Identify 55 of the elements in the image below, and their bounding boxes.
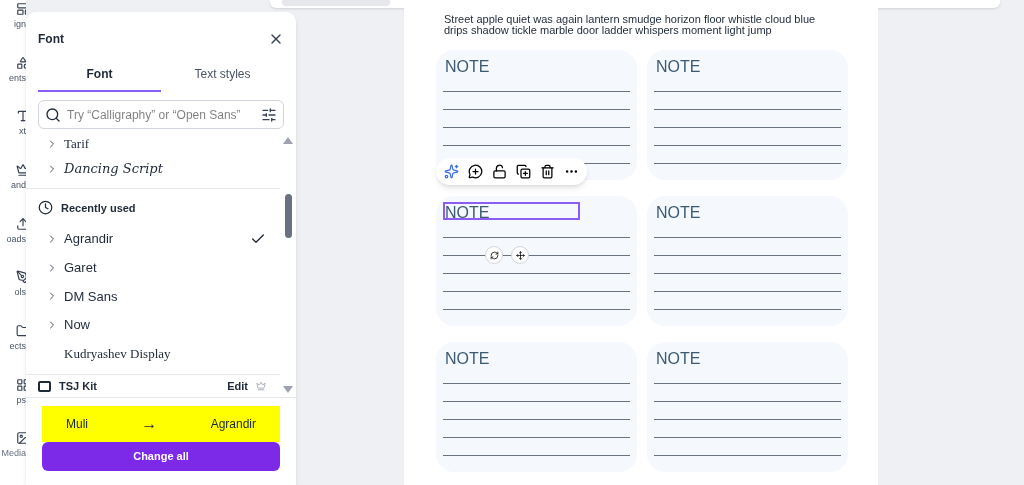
panel-tab[interactable]: Font	[38, 58, 161, 92]
filter-icon[interactable]	[261, 106, 277, 123]
font-name[interactable]: Dancing Script	[64, 159, 163, 179]
rail-label[interactable]: ign	[14, 18, 26, 32]
crown-icon	[256, 381, 266, 391]
rail-label[interactable]: ents	[9, 71, 26, 86]
note-title[interactable]: NOTE	[443, 348, 580, 366]
delete-icon[interactable]	[540, 164, 555, 179]
font-name[interactable]: Tarif	[64, 133, 90, 154]
search-icon	[45, 106, 61, 123]
search-input[interactable]: Try “Calligraphy” or “Open Sans”	[67, 105, 255, 124]
kit-icon	[38, 380, 51, 392]
rail-label[interactable]: xt	[19, 125, 26, 139]
note-title[interactable]: NOTE	[654, 56, 791, 74]
rail-icon[interactable]	[16, 216, 26, 231]
note-title[interactable]: NOTE	[654, 202, 791, 220]
rail-icon[interactable]	[16, 163, 26, 177]
font-name[interactable]: Agrandir	[64, 229, 114, 249]
rail-icon[interactable]	[16, 109, 26, 124]
note-title[interactable]: NOTE	[654, 348, 791, 366]
note-title[interactable]: NOTE	[443, 202, 580, 220]
panel-tab[interactable]: Text styles	[161, 58, 284, 92]
rail-label[interactable]: Media	[1, 447, 26, 461]
magic-edit-icon[interactable]	[444, 164, 459, 179]
font-name[interactable]: Kudryashev Display	[64, 344, 171, 364]
rail-icon[interactable]	[16, 55, 26, 70]
rail-label[interactable]: and	[10, 179, 26, 193]
edit-link[interactable]: Edit	[227, 377, 248, 395]
panel-title: Font	[38, 31, 64, 48]
section-title: Recently used	[61, 200, 136, 216]
font-name[interactable]: Garet	[64, 258, 97, 278]
to-font: Agrandir	[210, 416, 256, 433]
paragraph-text: Street apple quiet was again lantern smudge horizon floor whistle cloud blue drips shadow tickle marble door ladder whispers moment light jump	[443, 14, 817, 36]
rail-label[interactable]: ps	[16, 393, 26, 408]
duplicate-icon[interactable]	[516, 164, 531, 179]
scrollbar-thumb[interactable]	[284, 194, 292, 238]
rail-label[interactable]: ects	[9, 340, 26, 354]
clock-icon	[38, 200, 53, 216]
comment-icon[interactable]	[468, 164, 483, 179]
font-name[interactable]: DM Sans	[64, 286, 118, 307]
lock-icon[interactable]	[492, 164, 507, 179]
rail-icon[interactable]	[16, 2, 26, 16]
font-name[interactable]: Now	[64, 315, 90, 335]
arrow-text: →	[141, 414, 158, 434]
rail-label[interactable]: ols	[14, 286, 26, 300]
rail-label[interactable]: oads	[6, 232, 26, 247]
change-all-button[interactable]: Change all	[42, 442, 280, 471]
from-font: Muli	[66, 416, 88, 433]
rail-icon[interactable]	[16, 324, 26, 339]
rail-icon[interactable]	[16, 431, 26, 446]
move-handle[interactable]	[511, 246, 529, 264]
search-field[interactable]: Try “Calligraphy” or “Open Sans”	[38, 100, 284, 129]
rotate-handle[interactable]	[485, 246, 503, 264]
note-title[interactable]: NOTE	[443, 56, 580, 74]
kit-name: TSJ Kit	[59, 378, 97, 394]
